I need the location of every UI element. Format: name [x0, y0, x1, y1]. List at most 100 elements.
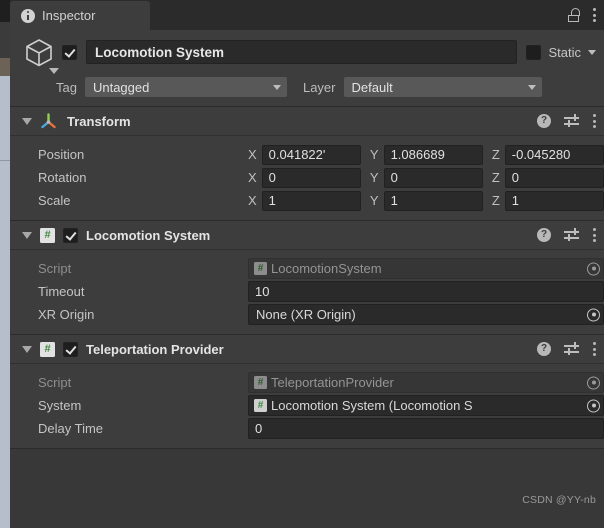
axis-z-label: Z — [491, 170, 500, 185]
transform-kebab-menu-icon[interactable] — [592, 113, 596, 129]
static-checkbox[interactable] — [526, 44, 542, 60]
locomotion-system-header-tools: ? — [537, 227, 596, 243]
scale-label: Scale — [38, 193, 71, 208]
position-y-input[interactable]: 1.086689 — [383, 144, 483, 165]
teleport-delay-time-input[interactable]: 0 — [248, 418, 604, 439]
help-glyph: ? — [540, 115, 548, 126]
position-z-input[interactable]: -0.045280 — [504, 144, 604, 165]
object-picker-icon[interactable] — [587, 308, 600, 321]
tag-dropdown[interactable]: Untagged — [84, 77, 287, 97]
sliver-segment-top — [0, 0, 10, 22]
locomotion-xr-origin-label: XR Origin — [38, 307, 95, 322]
help-icon[interactable]: ? — [537, 114, 551, 128]
sliver-segment-toolbar — [0, 22, 10, 58]
help-icon[interactable]: ? — [537, 342, 551, 356]
sliver-segment-selected — [0, 76, 10, 528]
layer-label: Layer — [302, 79, 336, 95]
tag-chevron-down-icon — [272, 84, 281, 90]
locomotion-timeout-value: 10 — [255, 284, 270, 299]
gameobject-name-row: Locomotion System Static — [10, 30, 604, 74]
transform-foldout-icon[interactable] — [22, 117, 32, 125]
layer-dropdown[interactable]: Default — [343, 77, 542, 97]
static-dropdown-chevron-down-icon[interactable] — [588, 49, 596, 55]
inspector-panel: Inspector Locomotion System Static Tag U… — [10, 0, 604, 528]
cube-icon[interactable] — [22, 35, 59, 74]
kebab-menu-icon[interactable] — [592, 7, 596, 23]
tag-value: Untagged — [92, 79, 150, 95]
chevron-down-icon[interactable] — [49, 68, 59, 74]
locomotion-xr-origin-value: None (XR Origin) — [256, 307, 356, 322]
tab-inspector[interactable]: Inspector — [10, 1, 150, 30]
component-transform-header[interactable]: Transform ? — [10, 107, 604, 136]
axis-y-label: Y — [369, 193, 379, 208]
locomotion-system-foldout-icon[interactable] — [22, 231, 32, 239]
teleport-system-value: Locomotion System (Locomotion S — [271, 398, 473, 413]
position-y-value: 1.086689 — [390, 147, 445, 162]
axis-y-label: Y — [369, 170, 379, 185]
rotation-z-value: 0 — [511, 170, 519, 185]
script-icon: # — [40, 227, 55, 243]
gameobject-name-input[interactable]: Locomotion System — [86, 40, 518, 64]
preset-icon[interactable] — [564, 114, 579, 128]
locomotion-script-value: LocomotionSystem — [271, 261, 382, 276]
scale-y-input[interactable]: 1 — [383, 190, 483, 211]
help-icon[interactable]: ? — [537, 228, 551, 242]
axis-y-label: Y — [369, 147, 379, 162]
rotation-y-value: 0 — [390, 170, 398, 185]
preset-icon[interactable] — [564, 228, 579, 242]
locomotion-xr-origin-field[interactable]: None (XR Origin) — [248, 304, 604, 325]
component-teleportation-provider-header[interactable]: # Teleportation Provider ? — [10, 335, 604, 364]
scale-y-value: 1 — [390, 193, 398, 208]
rotation-y-input[interactable]: 0 — [383, 167, 483, 188]
teleport-system-field[interactable]: # Locomotion System (Locomotion S — [248, 395, 604, 416]
locomotion-timeout-label: Timeout — [38, 284, 85, 299]
position-x-value: 0.041822' — [268, 147, 326, 162]
script-icon: # — [254, 262, 267, 275]
locomotion-script-label: Script — [38, 261, 72, 276]
component-teleportation-provider-title: Teleportation Provider — [86, 341, 224, 357]
locomotion-xr-origin-row: XR Origin None (XR Origin) — [10, 303, 604, 326]
teleport-delay-time-row: Delay Time 0 — [10, 417, 604, 440]
axis-z-label: Z — [491, 147, 500, 162]
transform-scale-row: Scale X 1 Y 1 Z 1 — [10, 189, 604, 212]
component-locomotion-system: # Locomotion System ? Script # Locomotio — [10, 221, 604, 335]
preset-icon[interactable] — [564, 342, 579, 356]
rotation-x-input[interactable]: 0 — [261, 167, 361, 188]
teleport-script-label: Script — [38, 375, 72, 390]
scale-z-input[interactable]: 1 — [504, 190, 604, 211]
teleportation-provider-kebab-menu-icon[interactable] — [592, 341, 596, 357]
locomotion-timeout-input[interactable]: 10 — [248, 281, 604, 302]
locomotion-system-enable-checkbox[interactable] — [63, 227, 78, 243]
locomotion-script-field: # LocomotionSystem — [248, 258, 604, 279]
scale-x-input[interactable]: 1 — [261, 190, 361, 211]
help-glyph: ? — [540, 343, 548, 354]
help-glyph: ? — [540, 229, 548, 240]
locomotion-system-kebab-menu-icon[interactable] — [592, 227, 596, 243]
script-icon: # — [254, 376, 267, 389]
object-picker-icon[interactable] — [587, 399, 600, 412]
teleport-system-row: System # Locomotion System (Locomotion S — [10, 394, 604, 417]
object-picker-icon — [587, 262, 600, 275]
rotation-x-value: 0 — [268, 170, 276, 185]
component-locomotion-system-header[interactable]: # Locomotion System ? — [10, 221, 604, 250]
inspector-window-root: Inspector Locomotion System Static Tag U… — [0, 0, 604, 528]
transform-rotation-row: Rotation X 0 Y 0 Z 0 — [10, 166, 604, 189]
object-picker-icon — [587, 376, 600, 389]
teleportation-provider-enable-checkbox[interactable] — [63, 341, 78, 357]
teleport-script-row: Script # TeleportationProvider — [10, 371, 604, 394]
axis-x-label: X — [248, 193, 257, 208]
teleportation-provider-foldout-icon[interactable] — [22, 345, 32, 353]
component-teleportation-provider-body: Script # TeleportationProvider System # … — [10, 364, 604, 448]
lock-open-icon[interactable] — [567, 8, 580, 22]
watermark: CSDN @YY-nb — [522, 494, 596, 506]
layer-value: Default — [351, 79, 393, 95]
sliver-segment-highlight — [0, 58, 10, 76]
rotation-z-input[interactable]: 0 — [504, 167, 604, 188]
gameobject-header: Locomotion System Static Tag Untagged La… — [10, 30, 604, 107]
component-transform: Transform ? Position X 0.041822' Y 1.086… — [10, 107, 604, 221]
tabbar-tools — [567, 0, 596, 30]
teleport-script-field: # TeleportationProvider — [248, 372, 604, 393]
position-x-input[interactable]: 0.041822' — [261, 144, 361, 165]
gameobject-active-checkbox[interactable] — [62, 44, 77, 60]
tab-inspector-label: Inspector — [42, 8, 96, 23]
